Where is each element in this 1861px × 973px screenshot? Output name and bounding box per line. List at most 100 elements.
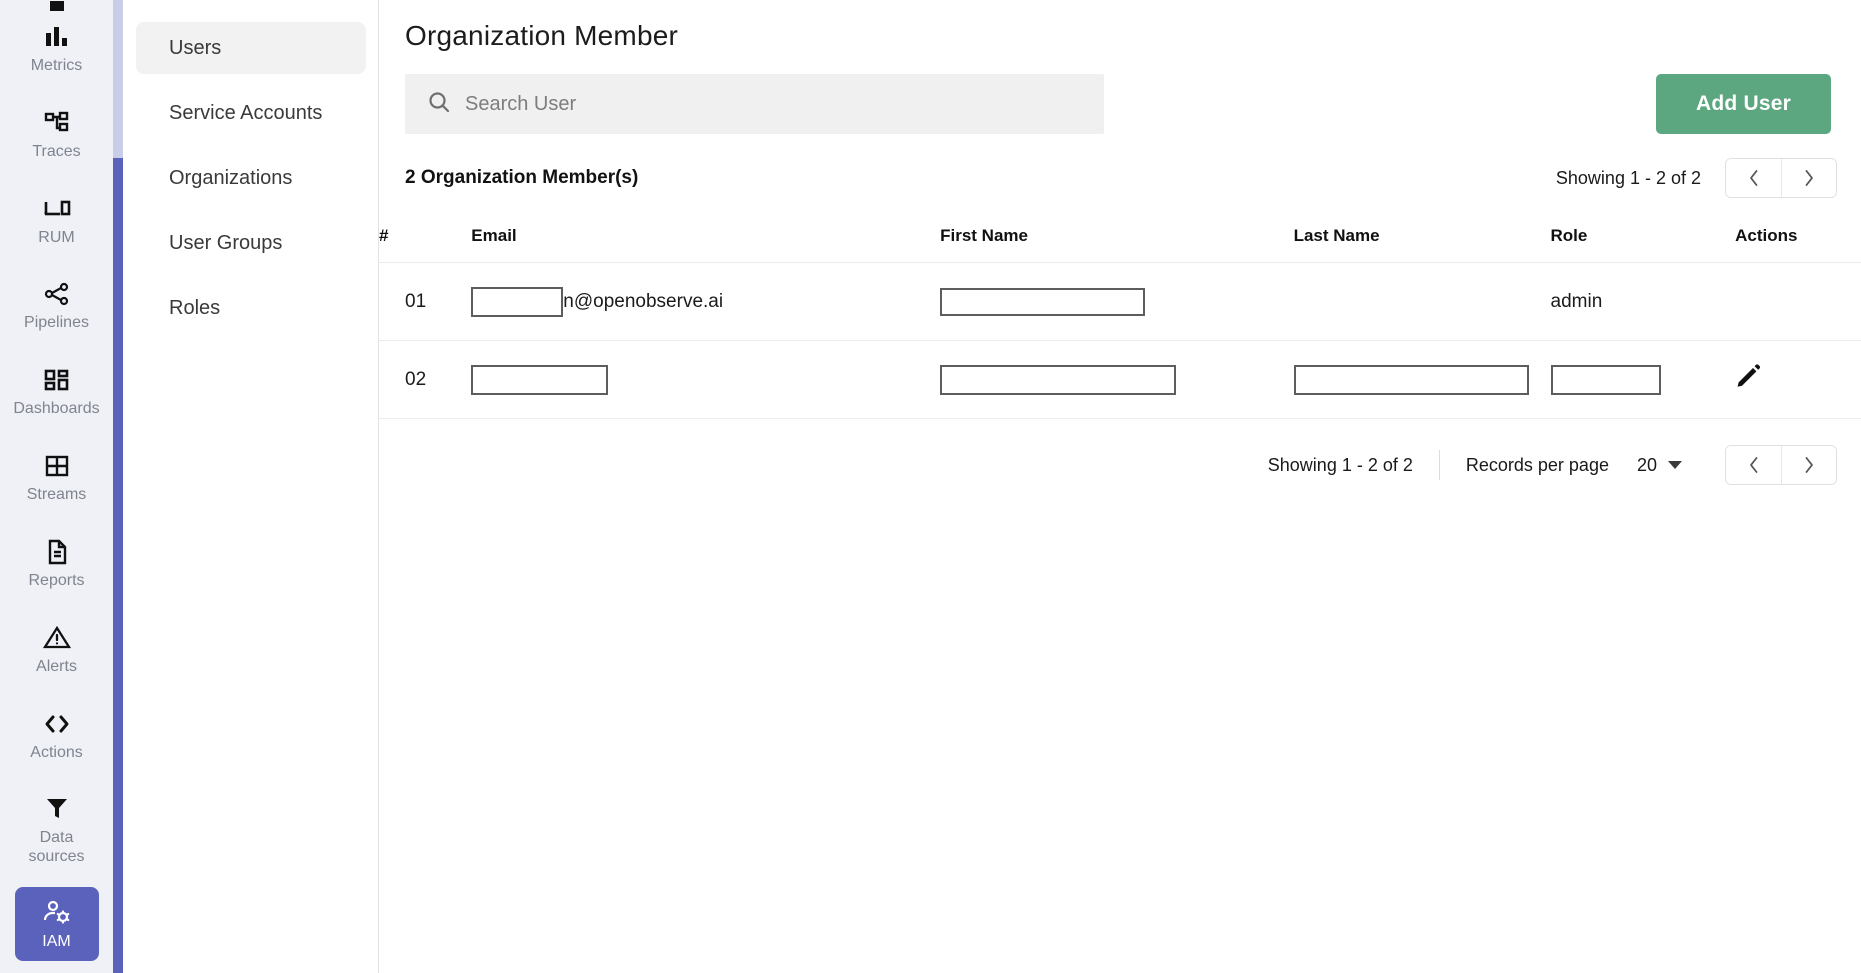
devices-icon [42, 194, 72, 224]
prev-page-button-bottom[interactable] [1726, 446, 1781, 484]
search-icon [427, 90, 451, 119]
summary-bar: 2 Organization Member(s) Showing 1 - 2 o… [379, 134, 1861, 198]
nav-label: Organizations [169, 166, 293, 189]
sidebar-label: Reports [28, 572, 85, 590]
members-table: # Email First Name Last Name Role Action… [379, 216, 1861, 419]
nav-label: Users [169, 36, 222, 59]
clipped-icon [49, 1, 64, 12]
next-page-button-bottom[interactable] [1781, 446, 1836, 484]
pagination-buttons-top [1725, 158, 1837, 198]
cell-index: 01 [379, 262, 472, 341]
table-row[interactable]: 02 [379, 340, 1861, 419]
nav-label: Service Accounts [169, 101, 323, 124]
funnel-icon [42, 794, 72, 824]
nav-label: Roles [169, 296, 221, 319]
secondary-nav-list: Users Service Accounts Organizations Use… [113, 22, 378, 334]
sidebar-item-service-accounts[interactable]: Service Accounts [136, 87, 366, 139]
redaction-box-email [471, 364, 609, 395]
sidebar-item-user-groups[interactable]: User Groups [136, 217, 366, 269]
showing-range-bottom: Showing 1 - 2 of 2 [1267, 454, 1413, 475]
sidebar-item-actions[interactable]: Actions [15, 698, 99, 772]
sidebar-item-reports[interactable]: Reports [15, 527, 99, 601]
table-body: 01 n@openobserve.ai admin 02 [379, 262, 1861, 419]
sidebar-item-pipelines[interactable]: Pipelines [15, 269, 99, 343]
cell-email [471, 340, 941, 419]
primary-sidebar: Metrics Traces RUM Pipelines Dashboards [0, 0, 113, 973]
redaction-box-email [471, 286, 564, 317]
table-header-row: # Email First Name Last Name Role Action… [379, 216, 1861, 263]
sidebar-item-dashboards[interactable]: Dashboards [13, 355, 100, 429]
sidebar-clipped-item [0, 0, 113, 12]
sidebar-label: Dashboards [13, 400, 100, 418]
toolbar: Search User Add User [379, 52, 1861, 134]
add-user-button[interactable]: Add User [1656, 74, 1831, 134]
main-content: Organization Member Search User Add User… [379, 0, 1861, 973]
sidebar-label: Actions [30, 743, 83, 761]
vertical-divider [1438, 450, 1440, 480]
secondary-sidebar: Users Service Accounts Organizations Use… [113, 0, 379, 973]
prev-page-button-top[interactable] [1726, 159, 1781, 197]
cell-actions [1735, 340, 1861, 419]
column-header-last-name: Last Name [1293, 226, 1380, 245]
member-count-label: 2 Organization Member(s) [405, 167, 639, 188]
share-nodes-icon [42, 279, 72, 309]
sidebar-item-streams[interactable]: Streams [15, 441, 99, 515]
cell-role [1550, 340, 1736, 419]
cell-email: n@openobserve.ai [471, 262, 941, 341]
redaction-box-first-name [940, 287, 1146, 316]
showing-range-top: Showing 1 - 2 of 2 [1555, 167, 1701, 188]
table-row[interactable]: 01 n@openobserve.ai admin [379, 262, 1861, 341]
page-title: Organization Member [405, 20, 679, 51]
next-page-button-top[interactable] [1781, 159, 1836, 197]
scrollbar-thumb[interactable] [113, 158, 123, 973]
search-input[interactable]: Search User [405, 74, 1104, 134]
edit-pencil-icon[interactable] [1735, 363, 1762, 396]
cell-last-name [1293, 340, 1551, 419]
sidebar-scrollbar[interactable] [113, 0, 123, 973]
cell-index: 02 [379, 340, 472, 419]
sidebar-item-traces[interactable]: Traces [15, 97, 99, 171]
email-visible-text: n@openobserve.ai [563, 290, 724, 312]
sidebar-item-data-sources[interactable]: Data sources [15, 784, 99, 875]
redaction-box-last-name [1293, 364, 1529, 395]
table-header: # Email First Name Last Name Role Action… [379, 216, 1861, 263]
sidebar-label: Metrics [30, 56, 83, 74]
pagination-buttons-bottom [1725, 445, 1837, 485]
sidebar-item-iam[interactable]: IAM [14, 887, 99, 962]
sidebar-label: IAM [42, 932, 71, 950]
redaction-box-first-name [940, 364, 1177, 395]
code-brackets-icon [42, 709, 72, 739]
cell-first-name [940, 340, 1294, 419]
sidebar-item-metrics[interactable]: Metrics [15, 11, 99, 85]
redaction-box-role [1550, 364, 1661, 395]
sidebar-item-organizations[interactable]: Organizations [136, 152, 366, 204]
column-header-role: Role [1550, 226, 1588, 245]
cell-last-name [1293, 262, 1551, 341]
chevron-down-icon[interactable] [1667, 458, 1683, 473]
cell-role: admin [1550, 262, 1736, 341]
nav-label: User Groups [169, 231, 283, 254]
column-header-first-name: First Name [940, 226, 1028, 245]
sidebar-item-alerts[interactable]: Alerts [15, 612, 99, 686]
cell-actions [1735, 262, 1861, 341]
records-per-page-select[interactable]: 20 [1637, 455, 1657, 476]
dashboard-grid-icon [42, 365, 72, 395]
email-content: n@openobserve.ai [471, 286, 940, 317]
traces-node-icon [42, 108, 72, 138]
sidebar-label: Pipelines [24, 314, 89, 332]
user-gear-icon [42, 898, 72, 928]
warning-triangle-icon [42, 623, 72, 653]
sidebar-label: Traces [32, 142, 81, 160]
sidebar-item-users[interactable]: Users [136, 22, 366, 74]
top-pagination: Showing 1 - 2 of 2 [1556, 158, 1837, 198]
app-root: Metrics Traces RUM Pipelines Dashboards [0, 0, 1861, 973]
search-placeholder: Search User [465, 92, 577, 115]
sidebar-label: RUM [38, 228, 75, 246]
document-icon [42, 537, 72, 567]
sidebar-label: Alerts [36, 657, 77, 675]
sidebar-item-roles[interactable]: Roles [136, 282, 366, 334]
column-header-index: # [379, 226, 389, 245]
sidebar-item-rum[interactable]: RUM [15, 183, 99, 257]
records-per-page-label: Records per page [1465, 454, 1609, 475]
bottom-pagination: Showing 1 - 2 of 2 Records per page 20 [379, 419, 1861, 485]
